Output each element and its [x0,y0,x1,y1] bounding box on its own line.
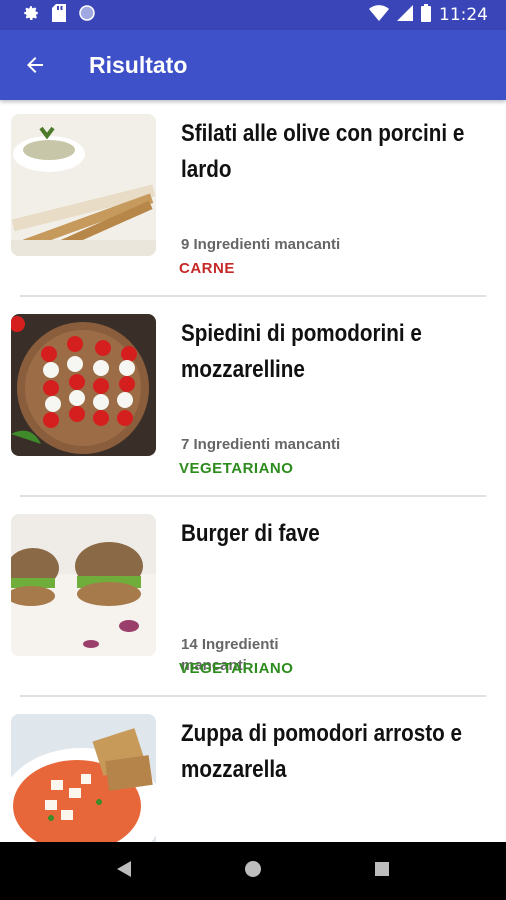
missing-ingredients: 9 Ingredienti mancanti [181,236,341,253]
status-bar: 11:24 [0,0,506,30]
recipe-title: Zuppa di pomodori arrosto e mozzarella [181,720,462,783]
recipe-card[interactable]: Sfilati alle olive con porcini e lardo 9… [0,100,506,300]
recipe-category: VEGETARIANO [179,660,294,677]
recipe-image [11,514,156,656]
divider [20,695,486,697]
status-time: 11:24 [439,5,488,25]
nav-home-icon[interactable] [242,858,264,885]
recipe-card[interactable]: Spiedini di pomodorini e mozzarelline 7 … [0,300,506,500]
recipe-title: Spiedini di pomodorini e mozzarelline [181,320,422,383]
missing-ingredients: 7 Ingredienti mancanti [181,436,341,453]
settings-icon [22,4,40,27]
wifi-icon [369,4,389,26]
circle-icon [78,4,96,27]
recipe-category: VEGETARIANO [179,460,294,477]
back-button[interactable] [10,40,60,90]
recipe-card[interactable]: Zuppa di pomodori arrosto e mozzarella [0,700,506,842]
page-title: Risultato [89,51,188,78]
divider [20,295,486,297]
navigation-bar [0,842,506,900]
app-bar: Risultato [0,30,506,100]
recipe-title: Burger di fave [181,520,320,547]
sd-card-icon [52,3,66,27]
recipe-image [11,114,156,256]
recipe-title: Sfilati alle olive con porcini e lardo [181,120,465,183]
divider [20,495,486,497]
recipe-card[interactable]: Burger di fave 14 Ingredienti mancanti V… [0,500,506,700]
recipe-image [11,714,156,842]
nav-recents-icon[interactable] [373,860,391,883]
recipe-category: CARNE [179,260,235,277]
nav-back-icon[interactable] [115,859,133,884]
recipe-list[interactable]: Sfilati alle olive con porcini e lardo 9… [0,100,506,842]
recipe-image [11,314,156,456]
signal-icon [397,4,413,26]
battery-icon [421,3,431,27]
arrow-back-icon [27,57,43,73]
